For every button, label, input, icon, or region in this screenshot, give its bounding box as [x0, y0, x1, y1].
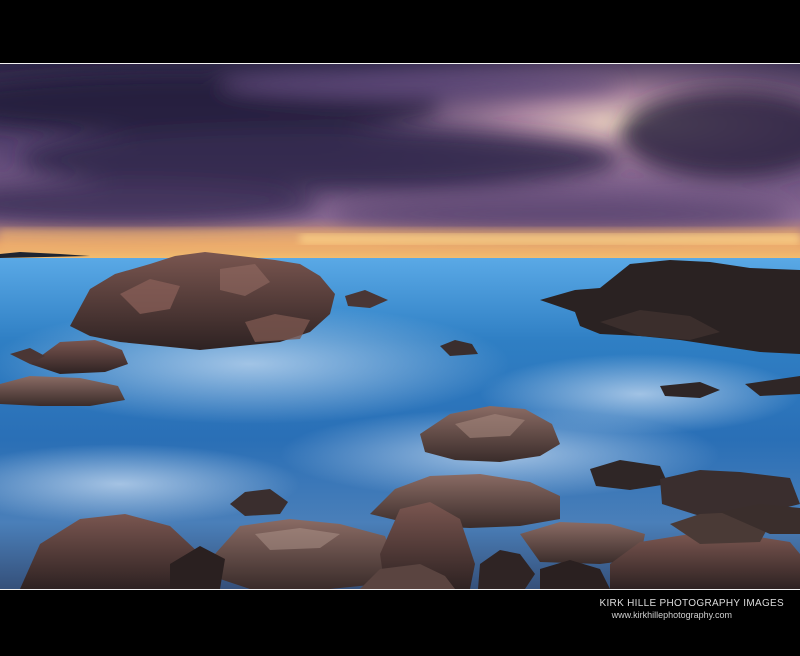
- photo-caption: KIRK HILLE PHOTOGRAPHY IMAGES www.kirkhi…: [600, 598, 785, 621]
- caption-url: www.kirkhillephotography.com: [611, 610, 732, 620]
- clouds: [0, 70, 800, 232]
- caption-title: KIRK HILLE PHOTOGRAPHY IMAGES: [599, 598, 784, 609]
- photo-frame: KIRK HILLE PHOTOGRAPHY IMAGES www.kirkhi…: [0, 0, 800, 656]
- seascape-photo: [0, 63, 800, 590]
- seascape-image: [0, 64, 800, 589]
